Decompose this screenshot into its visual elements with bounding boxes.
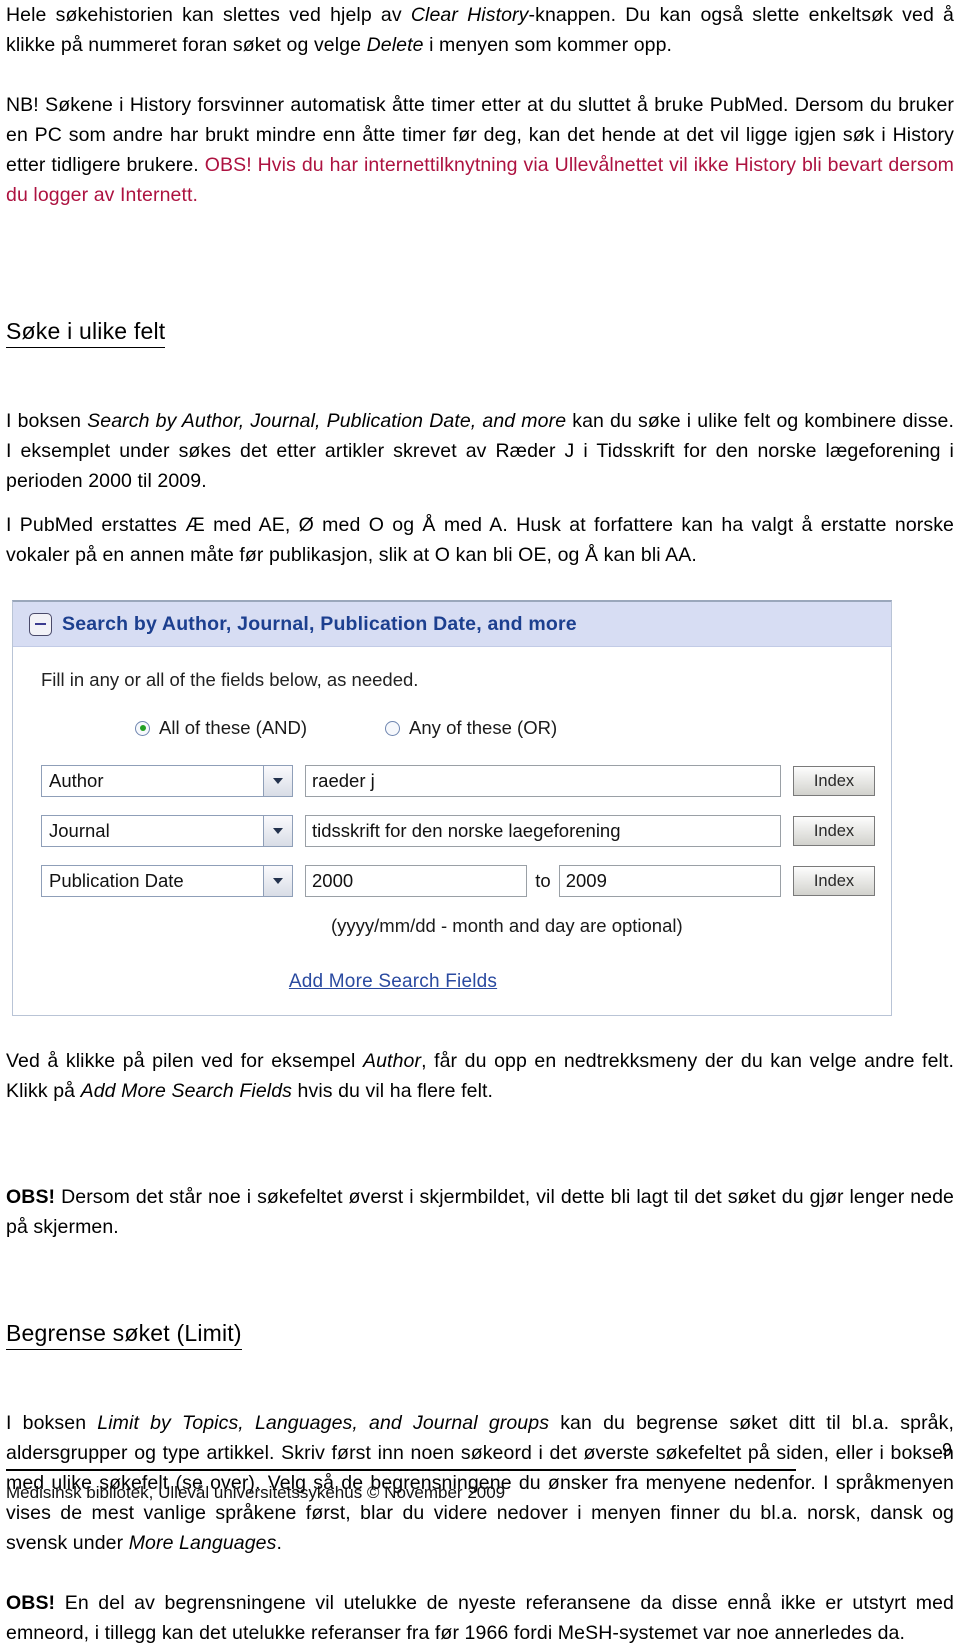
paragraph-obs-limits: OBS! En del av begrensningene vil uteluk… bbox=[6, 1588, 954, 1648]
footer-credit: Medisinsk bibliotek, Ullevål universitet… bbox=[6, 1483, 506, 1502]
p7-text-a: I boksen bbox=[6, 1412, 98, 1434]
field-select-author-value: Author bbox=[49, 770, 104, 791]
heading-begrense-soket: Begrense søket (Limit) bbox=[6, 1318, 242, 1350]
p1-text-c: i menyen som kommer opp. bbox=[423, 34, 673, 56]
obs-text-2: En del av begrensningene vil utelukke de… bbox=[6, 1592, 954, 1644]
search-field-row-author: Author raeder j Index bbox=[41, 765, 875, 797]
paragraph-norwegian-vowels: I PubMed erstattes Æ med AE, Ø med O og … bbox=[6, 514, 954, 566]
p7-emphasis-limit-by: Limit by Topics, Languages, and Journal … bbox=[97, 1412, 550, 1434]
obs-text-1: Dersom det står noe i søkefeltet øverst … bbox=[6, 1186, 954, 1238]
radio-any-of-these[interactable] bbox=[385, 720, 401, 736]
obs-label-2: OBS! bbox=[6, 1592, 56, 1614]
minus-icon[interactable] bbox=[29, 612, 52, 636]
search-field-row-publication-date: Publication Date 2000 to 2009 Index bbox=[41, 865, 875, 897]
screenshot-panel-title: Search by Author, Journal, Publication D… bbox=[62, 612, 577, 635]
boolean-operator-radio-group: All of these (AND) Any of these (OR) bbox=[135, 717, 875, 739]
paragraph-dropdown-instruction: Ved å klikke på pilen ved for eksempel A… bbox=[6, 1046, 954, 1106]
field-select-author[interactable]: Author bbox=[41, 765, 293, 797]
obs-label-1: OBS! bbox=[6, 1186, 56, 1208]
paragraph-search-by-box: I boksen Search by Author, Journal, Publ… bbox=[6, 406, 954, 496]
date-range-separator: to bbox=[535, 870, 551, 891]
chevron-down-icon[interactable] bbox=[263, 866, 292, 896]
page-number: 9 bbox=[941, 1440, 952, 1460]
search-input-author[interactable]: raeder j bbox=[305, 765, 781, 797]
p7-emphasis-more-languages: More Languages bbox=[128, 1532, 277, 1554]
document-page: Hele søkehistorien kan slettes ved hjelp… bbox=[0, 0, 960, 1644]
chevron-down-icon[interactable] bbox=[263, 766, 292, 796]
field-select-journal-value: Journal bbox=[49, 820, 110, 841]
fill-instruction-text: Fill in any or all of the fields below, … bbox=[41, 669, 419, 690]
paragraph-history-nb: NB! Søkene i History forsvinner automati… bbox=[6, 90, 954, 210]
screenshot-panel-body: Fill in any or all of the fields below, … bbox=[13, 647, 891, 1015]
p5-emphasis-add-more: Add More Search Fields bbox=[80, 1080, 292, 1102]
p5-emphasis-author: Author bbox=[363, 1050, 422, 1072]
radio-all-of-these-label: All of these (AND) bbox=[159, 717, 308, 738]
radio-all-of-these[interactable] bbox=[135, 720, 150, 736]
add-more-search-fields-link[interactable]: Add More Search Fields bbox=[289, 971, 497, 992]
index-button-journal[interactable]: Index bbox=[793, 816, 875, 846]
screenshot-panel-header: Search by Author, Journal, Publication D… bbox=[13, 602, 891, 647]
paragraph-obs-search-field: OBS! Dersom det står noe i søkefeltet øv… bbox=[6, 1182, 954, 1242]
add-more-search-fields-wrap: Add More Search Fields bbox=[41, 971, 875, 993]
p5-text-c: hvis du vil ha flere felt. bbox=[292, 1080, 494, 1102]
date-format-hint: (yyyy/mm/dd - month and day are optional… bbox=[331, 915, 683, 936]
index-button-author[interactable]: Index bbox=[793, 766, 875, 796]
p3-emphasis-search-by: Search by Author, Journal, Publication D… bbox=[87, 410, 567, 432]
radio-any-of-these-label: Any of these (OR) bbox=[409, 717, 558, 738]
p1-emphasis-clear-history: Clear History bbox=[410, 4, 529, 26]
p1-text-a: Hele søkehistorien kan slettes ved hjelp… bbox=[6, 4, 411, 26]
p7-text-c: . bbox=[276, 1532, 282, 1554]
p3-text-a: I boksen bbox=[6, 410, 88, 432]
search-field-row-journal: Journal tidsskrift for den norske laegef… bbox=[41, 815, 875, 847]
search-input-journal[interactable]: tidsskrift for den norske laegeforening bbox=[305, 815, 781, 847]
index-button-publication-date[interactable]: Index bbox=[793, 866, 875, 896]
field-select-publication-date-value: Publication Date bbox=[49, 870, 184, 891]
field-select-publication-date[interactable]: Publication Date bbox=[41, 865, 293, 897]
p5-text-a: Ved å klikke på pilen ved for eksempel bbox=[6, 1050, 363, 1072]
search-input-date-from[interactable]: 2000 bbox=[305, 865, 528, 897]
chevron-down-icon[interactable] bbox=[263, 816, 292, 846]
heading-soke-i-ulike-felt: Søke i ulike felt bbox=[6, 316, 166, 348]
pubmed-search-screenshot: Search by Author, Journal, Publication D… bbox=[12, 600, 892, 1016]
footer-divider bbox=[6, 1469, 796, 1471]
p1-emphasis-delete: Delete bbox=[366, 34, 424, 56]
search-input-date-to[interactable]: 2009 bbox=[558, 865, 781, 897]
field-select-journal[interactable]: Journal bbox=[41, 815, 293, 847]
paragraph-clear-history: Hele søkehistorien kan slettes ved hjelp… bbox=[6, 0, 954, 60]
